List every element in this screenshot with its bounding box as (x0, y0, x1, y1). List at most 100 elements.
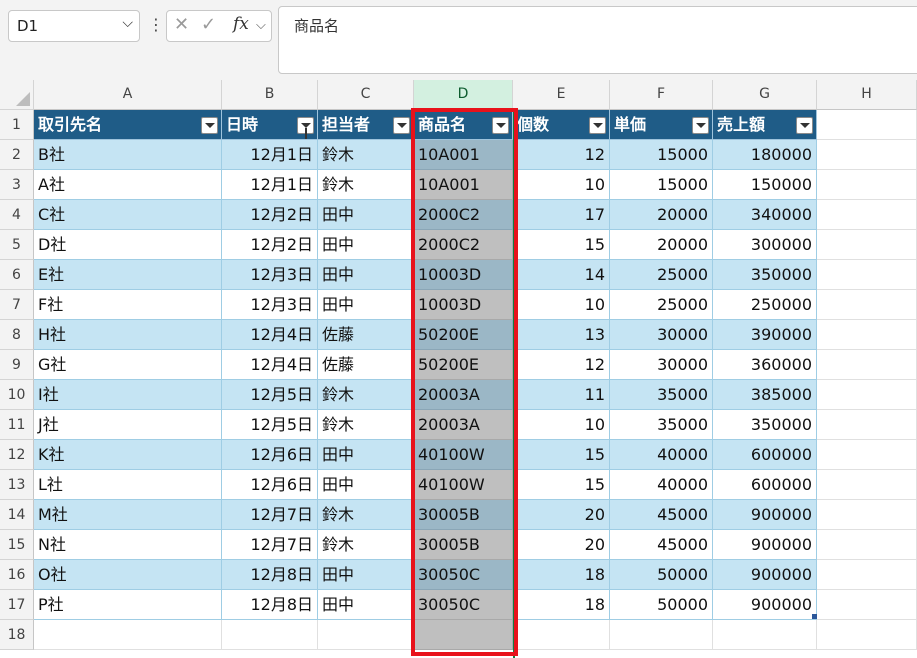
table-cell[interactable]: 13 (513, 320, 610, 350)
table-cell[interactable]: 600000 (713, 470, 817, 500)
table-cell[interactable]: 鈴木 (318, 380, 414, 410)
table-cell[interactable] (817, 140, 917, 170)
table-cell[interactable]: 150000 (713, 170, 817, 200)
table-cell[interactable] (713, 620, 817, 650)
table-cell[interactable]: 40100W (414, 470, 513, 500)
formula-input[interactable]: 商品名 (278, 6, 917, 74)
table-cell[interactable]: 30005B (414, 500, 513, 530)
table-cell[interactable]: 12月2日 (222, 200, 318, 230)
table-cell[interactable]: 10003D (414, 260, 513, 290)
table-cell[interactable]: 12月2日 (222, 230, 318, 260)
table-cell[interactable] (318, 620, 414, 650)
filter-dropdown-icon[interactable] (393, 117, 410, 134)
table-cell[interactable] (817, 260, 917, 290)
table-cell[interactable]: 30050C (414, 590, 513, 620)
table-cell[interactable]: 900000 (713, 500, 817, 530)
table-cell[interactable]: 15 (513, 230, 610, 260)
table-cell[interactable]: C社 (34, 200, 222, 230)
table-cell[interactable]: 鈴木 (318, 170, 414, 200)
filter-dropdown-icon[interactable] (297, 117, 314, 139)
table-cell[interactable]: 12月1日 (222, 140, 318, 170)
table-cell[interactable]: 2000C2 (414, 200, 513, 230)
row-header[interactable]: 11 (0, 410, 34, 440)
table-cell[interactable]: 12月3日 (222, 290, 318, 320)
table-cell[interactable]: D社 (34, 230, 222, 260)
table-header-cell[interactable]: 担当者 (318, 110, 414, 140)
table-cell[interactable]: 12月4日 (222, 350, 318, 380)
table-cell[interactable]: I社 (34, 380, 222, 410)
table-cell[interactable]: 15000 (610, 170, 713, 200)
table-cell[interactable]: 25000 (610, 260, 713, 290)
row-header[interactable]: 1 (0, 110, 34, 140)
row-header[interactable]: 15 (0, 530, 34, 560)
table-cell[interactable]: 360000 (713, 350, 817, 380)
table-cell[interactable]: E社 (34, 260, 222, 290)
table-cell[interactable]: 18 (513, 590, 610, 620)
table-cell[interactable]: 50200E (414, 320, 513, 350)
table-cell[interactable] (34, 620, 222, 650)
table-cell[interactable] (817, 290, 917, 320)
table-cell[interactable] (817, 170, 917, 200)
table-header-cell[interactable]: 商品名 (414, 110, 513, 140)
row-header[interactable]: 10 (0, 380, 34, 410)
insert-function-icon[interactable]: fx (233, 14, 249, 34)
table-cell[interactable]: 20003A (414, 410, 513, 440)
column-header-a[interactable]: A (34, 80, 222, 110)
table-cell[interactable]: 10 (513, 170, 610, 200)
table-cell[interactable]: 2000C2 (414, 230, 513, 260)
table-cell[interactable] (817, 380, 917, 410)
table-cell[interactable]: 10003D (414, 290, 513, 320)
filter-dropdown-icon[interactable] (589, 117, 606, 134)
table-cell[interactable]: 15000 (610, 140, 713, 170)
row-header[interactable]: 17 (0, 590, 34, 620)
cancel-icon[interactable]: ✕ (174, 14, 189, 35)
table-cell[interactable]: O社 (34, 560, 222, 590)
column-header-b[interactable]: B (222, 80, 318, 110)
table-cell[interactable]: 鈴木 (318, 500, 414, 530)
table-cell[interactable]: 40000 (610, 440, 713, 470)
table-cell[interactable]: 田中 (318, 590, 414, 620)
table-cell[interactable]: 20000 (610, 230, 713, 260)
table-cell[interactable]: 900000 (713, 530, 817, 560)
table-cell[interactable]: 385000 (713, 380, 817, 410)
table-cell[interactable]: 10 (513, 290, 610, 320)
table-cell[interactable]: 300000 (713, 230, 817, 260)
table-cell[interactable]: 10 (513, 410, 610, 440)
table-cell[interactable]: P社 (34, 590, 222, 620)
table-cell[interactable]: L社 (34, 470, 222, 500)
table-cell[interactable]: 600000 (713, 440, 817, 470)
table-cell[interactable]: J社 (34, 410, 222, 440)
table-cell[interactable]: 12月8日 (222, 590, 318, 620)
table-header-cell[interactable]: 取引先名 (34, 110, 222, 140)
filter-dropdown-icon[interactable] (692, 117, 709, 134)
table-cell[interactable]: 田中 (318, 290, 414, 320)
table-cell[interactable]: 10A001 (414, 170, 513, 200)
row-header[interactable]: 4 (0, 200, 34, 230)
table-header-cell[interactable]: 個数 (513, 110, 610, 140)
table-cell[interactable]: 900000 (713, 590, 817, 620)
table-cell[interactable]: 17 (513, 200, 610, 230)
table-cell[interactable] (610, 620, 713, 650)
table-cell[interactable] (817, 200, 917, 230)
table-cell[interactable]: 鈴木 (318, 140, 414, 170)
table-header-cell[interactable]: 単価 (610, 110, 713, 140)
table-cell[interactable]: 40000 (610, 470, 713, 500)
select-all-corner[interactable] (0, 80, 34, 110)
table-cell[interactable]: 佐藤 (318, 320, 414, 350)
row-header[interactable]: 13 (0, 470, 34, 500)
table-cell[interactable]: 35000 (610, 380, 713, 410)
table-cell[interactable]: 田中 (318, 200, 414, 230)
row-header[interactable]: 16 (0, 560, 34, 590)
table-cell[interactable]: 田中 (318, 560, 414, 590)
table-cell[interactable]: H社 (34, 320, 222, 350)
table-cell[interactable]: 12月6日 (222, 470, 318, 500)
row-header[interactable]: 14 (0, 500, 34, 530)
table-cell[interactable]: 田中 (318, 440, 414, 470)
table-cell[interactable]: 12月1日 (222, 170, 318, 200)
table-cell[interactable]: 10A001 (414, 140, 513, 170)
table-cell[interactable]: 20003A (414, 380, 513, 410)
table-cell[interactable] (817, 620, 917, 650)
spreadsheet-grid[interactable]: A B C D E F G H 1 2 3 4 5 6 7 8 9 10 11 12 13 14 15 16 17 18 取引先名日… (0, 80, 917, 658)
table-cell[interactable]: 11 (513, 380, 610, 410)
table-cell[interactable]: 田中 (318, 470, 414, 500)
